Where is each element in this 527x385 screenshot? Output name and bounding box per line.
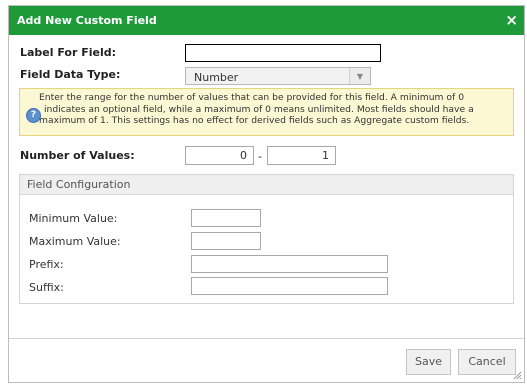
field-data-type-value: Number: [194, 71, 239, 84]
field-data-type-label: Field Data Type:: [20, 68, 121, 81]
label-for-field-input[interactable]: [185, 44, 381, 62]
dialog-title: Add New Custom Field: [17, 14, 157, 27]
resize-grip-icon[interactable]: [512, 370, 522, 380]
range-separator: -: [258, 150, 262, 163]
field-data-type-select[interactable]: Number ▼: [185, 67, 371, 85]
save-button[interactable]: Save: [406, 349, 451, 375]
cancel-button[interactable]: Cancel: [458, 349, 516, 375]
field-configuration-panel: Field Configuration Minimum Value: Maxim…: [19, 174, 514, 304]
prefix-label: Prefix:: [29, 258, 64, 271]
label-for-field-label: Label For Field:: [20, 46, 117, 59]
number-of-values-min-input[interactable]: [185, 146, 254, 165]
help-line-3: maximum of 1. This settings has no effec…: [39, 115, 470, 126]
maximum-value-label: Maximum Value:: [29, 235, 121, 248]
chevron-down-icon[interactable]: ▼: [349, 68, 370, 84]
suffix-label: Suffix:: [29, 281, 64, 294]
prefix-input[interactable]: [191, 255, 388, 273]
maximum-value-input[interactable]: [191, 232, 261, 250]
minimum-value-label: Minimum Value:: [29, 212, 118, 225]
help-text: Enter the range for the number of values…: [34, 92, 507, 127]
help-line-1: Enter the range for the number of values…: [39, 92, 465, 103]
add-custom-field-dialog: Add New Custom Field × Label For Field: …: [8, 5, 525, 383]
dialog-titlebar[interactable]: Add New Custom Field ×: [9, 6, 524, 35]
number-of-values-help: ? Enter the range for the number of valu…: [19, 88, 514, 136]
number-of-values-label: Number of Values:: [20, 149, 135, 162]
field-configuration-title: Field Configuration: [27, 178, 131, 191]
number-of-values-max-input[interactable]: [267, 146, 336, 165]
field-configuration-header: Field Configuration: [20, 175, 513, 195]
help-line-2: indicates an optional field, while a max…: [44, 103, 474, 115]
dialog-footer: Save Cancel: [9, 338, 524, 382]
close-icon[interactable]: ×: [505, 11, 518, 29]
suffix-input[interactable]: [191, 277, 388, 295]
minimum-value-input[interactable]: [191, 209, 261, 227]
